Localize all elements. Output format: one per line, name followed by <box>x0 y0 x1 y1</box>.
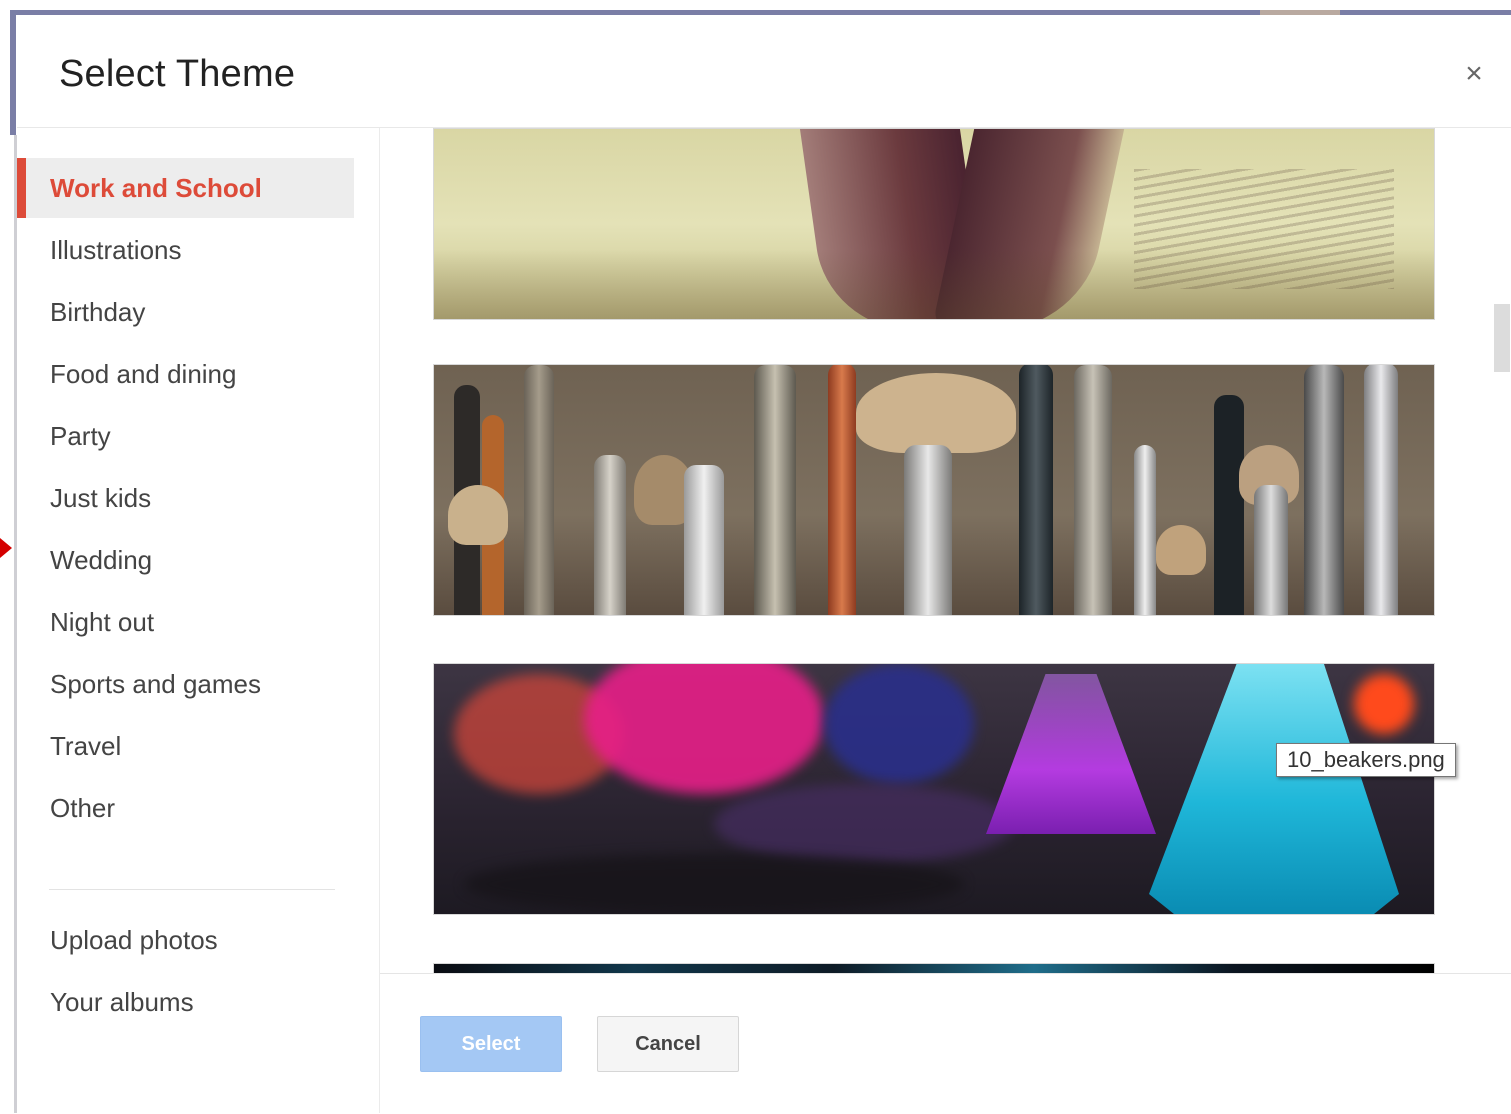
partial-image[interactable] <box>433 963 1435 973</box>
sidebar-item-food-and-dining[interactable]: Food and dining <box>17 344 354 404</box>
dialog-header: Select Theme × <box>17 15 1511 128</box>
category-sidebar: Work and School Illustrations Birthday F… <box>17 128 380 1113</box>
sidebar-item-upload-photos[interactable]: Upload photos <box>17 910 354 970</box>
image-tooltip: 10_beakers.png <box>1276 743 1456 777</box>
sidebar-divider <box>49 889 335 890</box>
sidebar-item-birthday[interactable]: Birthday <box>17 282 354 342</box>
dialog-title: Select Theme <box>59 53 296 95</box>
sidebar-item-wedding[interactable]: Wedding <box>17 530 354 590</box>
sidebar-item-just-kids[interactable]: Just kids <box>17 468 354 528</box>
sidebar-item-your-albums[interactable]: Your albums <box>17 972 354 1032</box>
sidebar-item-party[interactable]: Party <box>17 406 354 466</box>
beakers-image[interactable] <box>433 663 1435 915</box>
close-icon[interactable]: × <box>1457 57 1491 91</box>
sidebar-item-night-out[interactable]: Night out <box>17 592 354 652</box>
scrollbar-thumb[interactable] <box>1494 304 1510 372</box>
cancel-button[interactable]: Cancel <box>597 1016 739 1072</box>
select-theme-dialog: Select Theme × Work and School Illustrat… <box>17 15 1511 1114</box>
theme-gallery[interactable] <box>380 128 1511 973</box>
dialog-footer: Select Cancel <box>380 973 1511 1114</box>
sidebar-item-illustrations[interactable]: Illustrations <box>17 220 354 280</box>
select-button[interactable]: Select <box>420 1016 562 1072</box>
red-arrow-icon <box>0 538 12 558</box>
sidebar-item-work-and-school[interactable]: Work and School <box>17 158 354 218</box>
sidebar-item-other[interactable]: Other <box>17 778 354 838</box>
open-book-image[interactable] <box>433 128 1435 320</box>
sidebar-item-sports-and-games[interactable]: Sports and games <box>17 654 354 714</box>
paint-brushes-image[interactable] <box>433 364 1435 616</box>
window-left-frame <box>10 15 16 135</box>
sidebar-item-travel[interactable]: Travel <box>17 716 354 776</box>
